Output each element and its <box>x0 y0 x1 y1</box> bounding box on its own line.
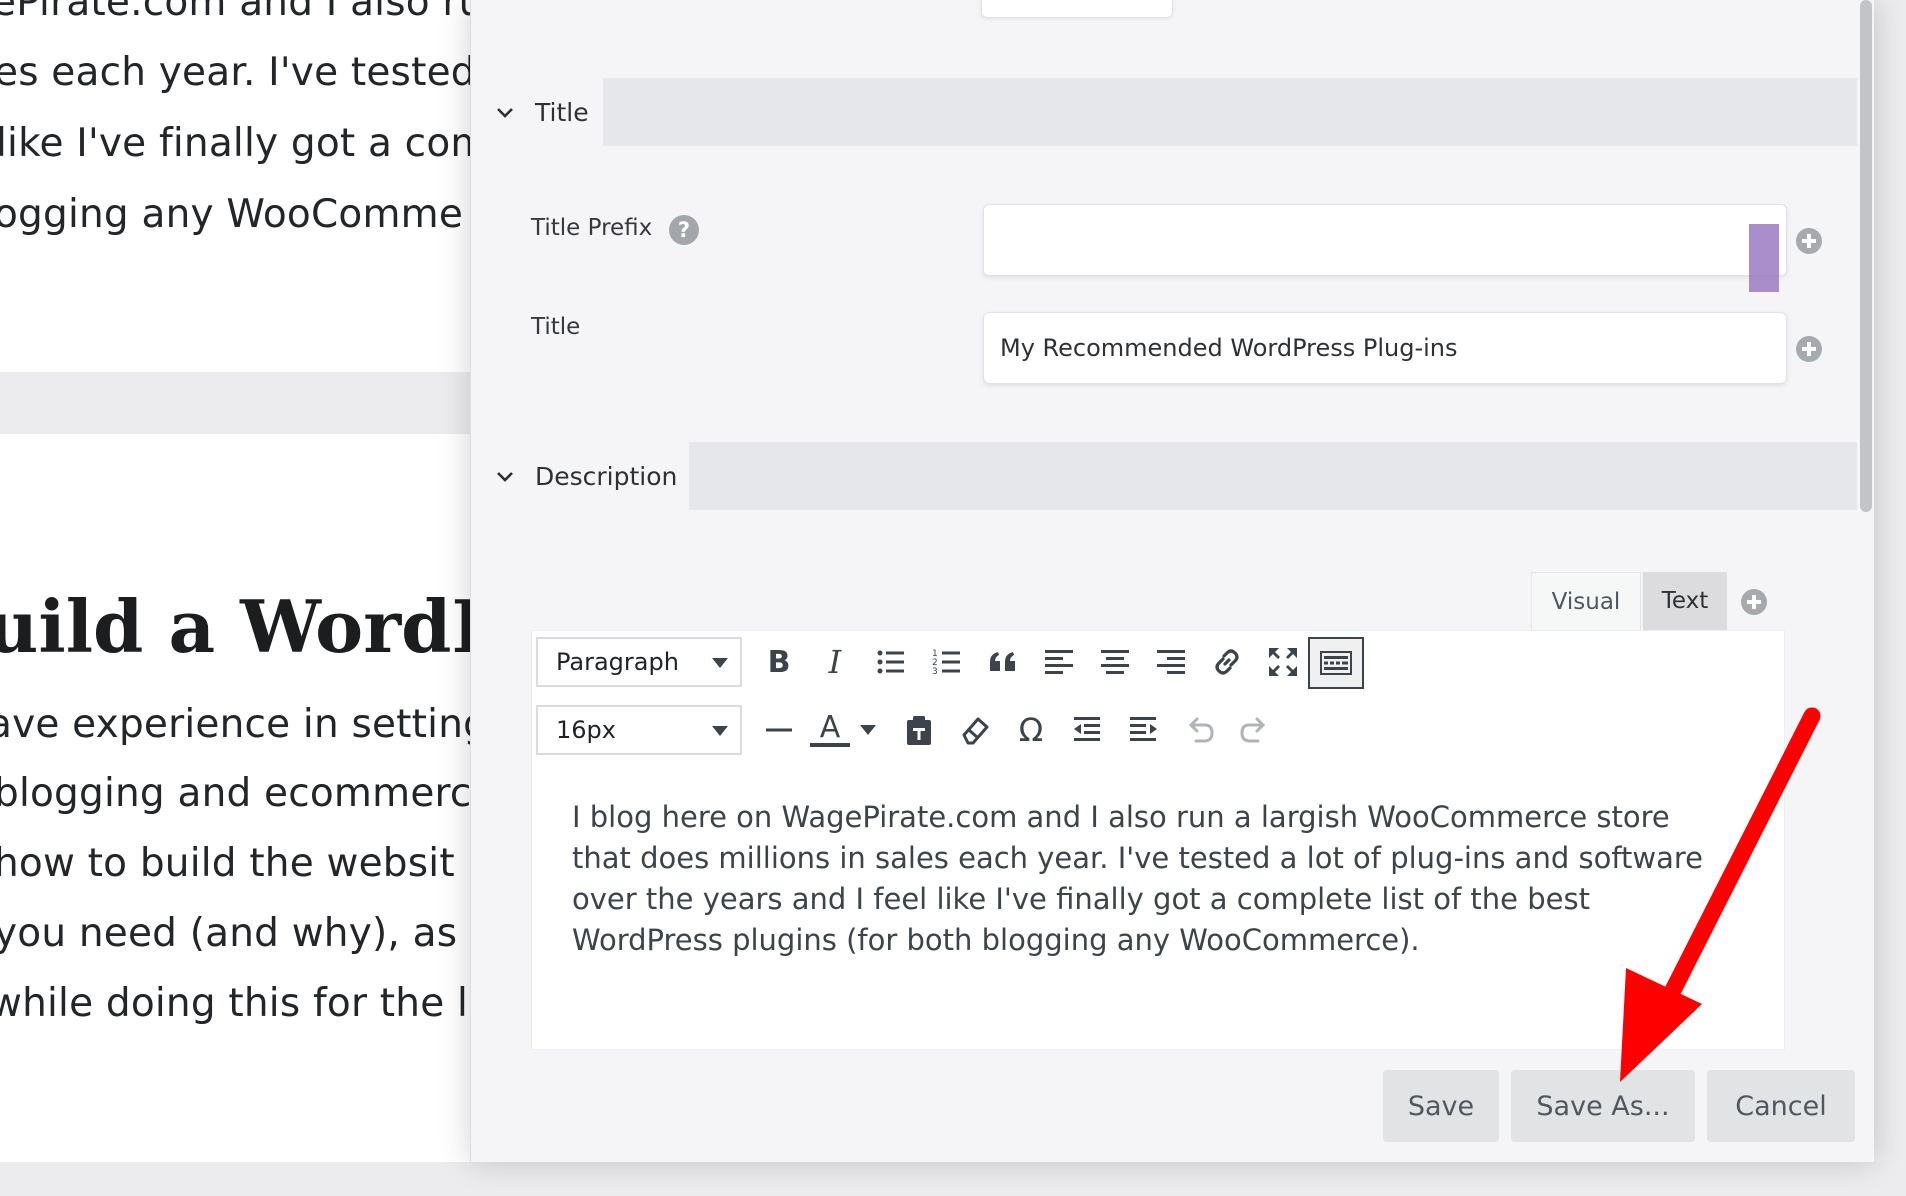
module-settings-panel: Title Title Prefix ? Title My Recommende… <box>470 0 1874 1162</box>
description-section-label: Description <box>535 461 678 491</box>
title-prefix-input[interactable] <box>983 204 1787 276</box>
description-section-toggle[interactable]: Description <box>471 442 689 510</box>
bold-button[interactable]: B <box>754 637 804 687</box>
add-connection-icon[interactable] <box>1741 589 1767 615</box>
bold-icon: B <box>767 644 791 680</box>
omega-icon: Ω <box>1018 711 1044 749</box>
link-icon <box>1215 649 1239 675</box>
background-text-line: blogging and ecommerc <box>0 771 472 816</box>
tab-visual[interactable]: Visual <box>1531 572 1641 630</box>
blockquote-button[interactable] <box>978 637 1028 687</box>
background-text-line: how to build the websit <box>0 841 455 886</box>
chevron-down-icon <box>497 472 513 482</box>
italic-button[interactable]: I <box>810 637 860 687</box>
title-input[interactable]: My Recommended WordPress Plug-ins <box>983 312 1787 384</box>
previous-field-input[interactable] <box>981 0 1173 18</box>
font-size-select-value: 16px <box>556 716 616 744</box>
editor-toolbar: Paragraph B I 123 16px A Ω <box>532 631 1784 765</box>
format-select-value: Paragraph <box>556 648 679 676</box>
dropdown-caret-icon <box>712 726 728 736</box>
background-text-line: es each year. I've tested <box>0 50 476 95</box>
clear-formatting-button[interactable] <box>950 705 1000 755</box>
clipboard-icon <box>907 716 931 745</box>
text-color-button[interactable]: A <box>810 705 876 755</box>
title-section-label: Title <box>535 97 589 127</box>
background-text-line: while doing this for the la <box>0 981 480 1026</box>
dropdown-caret-icon <box>712 658 728 668</box>
dropdown-caret-icon <box>860 725 876 735</box>
align-left-button[interactable] <box>1034 637 1084 687</box>
bullet-list-icon <box>877 650 904 674</box>
background-page-top: ePirate.com and I also ru es each year. … <box>0 0 480 372</box>
fullscreen-icon <box>1269 648 1297 676</box>
add-connection-icon[interactable] <box>1796 228 1822 254</box>
horizontal-line-button[interactable] <box>754 705 804 755</box>
quote-icon <box>990 652 1015 671</box>
background-text-line: ave experience in setting <box>0 702 480 747</box>
italic-icon: I <box>828 643 842 681</box>
align-center-icon <box>1101 650 1129 674</box>
redo-icon <box>1240 717 1266 743</box>
fullscreen-button[interactable] <box>1258 637 1308 687</box>
background-text-line: ogging any WooComme <box>0 192 464 237</box>
help-icon-glyph: ? <box>677 218 691 242</box>
background-heading: uild a WordPre <box>0 584 480 669</box>
horizontal-line-icon <box>766 728 792 732</box>
title-section-toggle[interactable]: Title <box>471 78 603 146</box>
insert-link-button[interactable] <box>1202 637 1252 687</box>
eraser-icon <box>962 717 989 745</box>
description-section-header: Description <box>471 442 1857 510</box>
align-left-icon <box>1045 650 1073 674</box>
paste-as-text-button[interactable] <box>894 705 944 755</box>
indent-button[interactable] <box>1118 705 1168 755</box>
cancel-button[interactable]: Cancel <box>1707 1070 1855 1142</box>
text-color-icon: A <box>810 713 850 747</box>
numbered-list-icon: 123 <box>932 649 960 677</box>
title-label: Title <box>531 314 581 340</box>
chevron-down-icon <box>497 108 513 118</box>
keyboard-icon <box>1320 651 1352 675</box>
indent-icon <box>1130 717 1157 741</box>
field-connection-marker[interactable] <box>1749 224 1779 292</box>
tab-text[interactable]: Text <box>1643 572 1727 630</box>
text-color-glyph: A <box>819 710 841 745</box>
outdent-icon <box>1074 717 1100 741</box>
background-text-line: ePirate.com and I also ru <box>0 0 480 25</box>
special-character-button[interactable]: Ω <box>1006 705 1056 755</box>
help-icon[interactable]: ? <box>669 215 699 245</box>
panel-scrollbar[interactable] <box>1860 0 1872 512</box>
font-size-select[interactable]: 16px <box>536 705 742 755</box>
align-center-button[interactable] <box>1090 637 1140 687</box>
editor-content[interactable]: I blog here on WagePirate.com and I also… <box>572 797 1722 961</box>
save-button[interactable]: Save <box>1383 1070 1499 1142</box>
align-right-button[interactable] <box>1146 637 1196 687</box>
undo-button[interactable] <box>1174 705 1224 755</box>
title-prefix-label: Title Prefix <box>531 215 653 241</box>
toolbar-toggle-button[interactable] <box>1308 637 1364 689</box>
align-right-icon <box>1157 650 1185 674</box>
background-page-bottom: uild a WordPre ave experience in setting… <box>0 434 480 1162</box>
add-connection-icon[interactable] <box>1796 336 1822 362</box>
format-select[interactable]: Paragraph <box>536 637 742 687</box>
rich-text-editor: Paragraph B I 123 16px A Ω I blog here o… <box>531 630 1785 1050</box>
undo-icon <box>1188 717 1214 743</box>
save-as-button[interactable]: Save As... <box>1511 1070 1695 1142</box>
redo-button[interactable] <box>1230 705 1280 755</box>
numbered-list-button[interactable]: 123 <box>922 637 972 687</box>
background-text-line: like I've finally got a com <box>0 121 480 166</box>
outdent-button[interactable] <box>1062 705 1112 755</box>
background-text-line: you need (and why), as <box>0 911 458 956</box>
svg-text:3: 3 <box>932 667 938 677</box>
title-section-header: Title <box>471 78 1857 146</box>
bullet-list-button[interactable] <box>866 637 916 687</box>
